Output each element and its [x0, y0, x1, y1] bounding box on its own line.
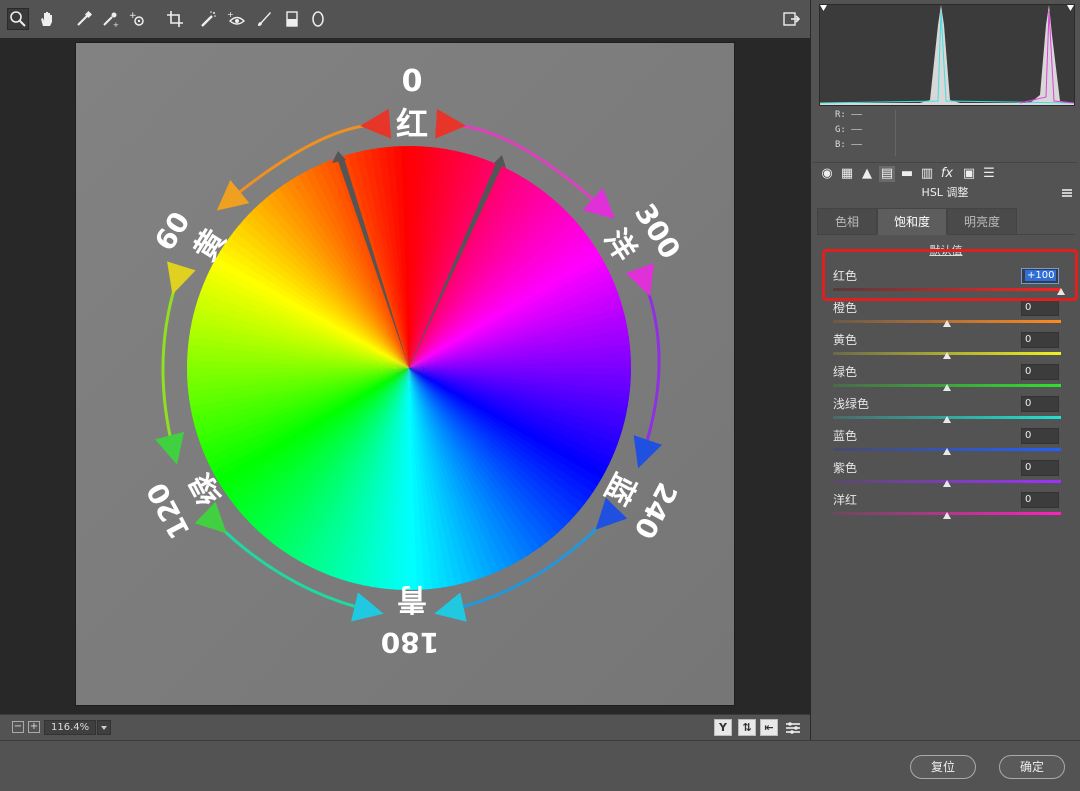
color-wheel-graphic: 0 红 60 黄 300 洋 120 绿 240 蓝 180 青 [76, 43, 734, 705]
slider-label: 洋红 [833, 493, 858, 507]
slider-row: 橙色 0 [831, 300, 1061, 332]
tone-curve-icon[interactable]: ▦ [839, 166, 855, 182]
split-toning-icon[interactable]: ▬ [899, 166, 915, 182]
slider-thumb[interactable] [943, 384, 951, 391]
zoom-icon[interactable] [7, 8, 29, 30]
before-after-view-button[interactable]: Y [714, 719, 732, 736]
hand-icon[interactable] [36, 8, 58, 30]
slider-thumb[interactable] [943, 448, 951, 455]
panel-menu-icon[interactable] [1062, 189, 1072, 197]
red-eye-icon[interactable]: + [225, 8, 247, 30]
zoom-out-button[interactable]: − [12, 721, 24, 733]
slider-value-text: 0 [1025, 302, 1032, 313]
label-bottom-char: 青 [397, 581, 427, 616]
slider-label: 紫色 [833, 461, 858, 475]
radial-filter-icon[interactable] [307, 8, 329, 30]
tab-saturation[interactable]: 饱和度 [877, 208, 947, 235]
rgb-readout: R: —— G: —— B: —— [819, 108, 901, 156]
slider-value-text: 0 [1025, 334, 1032, 345]
label-top-num: 0 [402, 64, 423, 99]
slider-value-field[interactable]: 0 [1021, 364, 1059, 380]
slider-thumb[interactable] [943, 480, 951, 487]
zoom-level-field[interactable]: 116.4% [44, 720, 96, 735]
lens-corrections-icon[interactable]: ▥ [919, 166, 935, 182]
slider-row: 蓝色 0 [831, 428, 1061, 460]
hsl-icon[interactable]: ▤ [879, 166, 895, 182]
slider-value-field[interactable]: 0 [1021, 300, 1059, 316]
slider-thumb[interactable] [943, 320, 951, 327]
label-top-char: 红 [396, 105, 428, 143]
preferences-icon[interactable] [780, 8, 802, 30]
readout-g: G: —— [835, 125, 863, 135]
slider-label: 蓝色 [833, 429, 858, 443]
svg-text:+: + [113, 21, 119, 28]
adjustment-brush-icon[interactable] [253, 8, 275, 30]
toolbar: + + + [0, 0, 810, 38]
detail-icon[interactable]: ▲ [859, 166, 875, 182]
slider-thumb[interactable] [943, 512, 951, 519]
footer: 复位 确定 [0, 740, 1080, 791]
slider-value-text: 0 [1025, 366, 1032, 377]
label-bottom-num: 180 [381, 626, 439, 659]
ok-button[interactable]: 确定 [999, 755, 1065, 779]
slider-value-text: 0 [1025, 494, 1032, 505]
slider-value-field[interactable]: 0 [1021, 396, 1059, 412]
status-bar: − + 116.4% Y ⇅ ⇤ [0, 714, 810, 740]
slider-thumb[interactable] [943, 416, 951, 423]
image-canvas[interactable]: 0 红 60 黄 300 洋 120 绿 240 蓝 180 青 [75, 42, 735, 706]
spot-removal-icon[interactable] [197, 8, 219, 30]
slider-value-field[interactable]: 0 [1021, 428, 1059, 444]
effects-icon[interactable]: fx [939, 166, 955, 182]
target-adjust-icon[interactable]: + [126, 8, 148, 30]
camera-raw-window: + + + 0 红 60 黄 300 洋 120 绿 240 蓝 180 青 −… [0, 0, 1080, 791]
white-balance-icon[interactable] [73, 8, 95, 30]
graduated-filter-icon[interactable] [281, 8, 303, 30]
tab-luminance[interactable]: 明亮度 [947, 208, 1017, 235]
camera-calibration-icon[interactable]: ▣ [961, 166, 977, 182]
slider-row: 黄色 0 [831, 332, 1061, 364]
slider-value-text: 0 [1025, 462, 1032, 473]
slider-label: 浅绿色 [833, 397, 870, 411]
image-preview-area[interactable]: 0 红 60 黄 300 洋 120 绿 240 蓝 180 青 [0, 38, 810, 714]
crop-icon[interactable] [164, 8, 186, 30]
readout-r: R: —— [835, 110, 863, 120]
hsl-tabs: 色相 饱和度 明亮度 [817, 208, 1075, 235]
basic-panel-icon[interactable]: ◉ [819, 166, 835, 182]
slider-value-field[interactable]: 0 [1021, 332, 1059, 348]
reset-button[interactable]: 复位 [910, 755, 976, 779]
zoom-dropdown-icon[interactable] [97, 720, 111, 735]
svg-text:+: + [129, 11, 137, 21]
slider-label: 黄色 [833, 333, 858, 347]
slider-label: 绿色 [833, 365, 858, 379]
slider-row: 洋红 0 [831, 492, 1061, 524]
zoom-in-button[interactable]: + [28, 721, 40, 733]
histogram [819, 4, 1075, 106]
color-sampler-icon[interactable]: + [99, 8, 121, 30]
panel-tabs-icons: ◉ ▦ ▲ ▤ ▬ ▥ fx ▣ ☰ [813, 162, 1077, 184]
tab-hue[interactable]: 色相 [817, 208, 877, 235]
presets-icon[interactable]: ☰ [981, 166, 997, 182]
slider-row: 浅绿色 0 [831, 396, 1061, 428]
readout-divider [895, 110, 896, 156]
toggle-settings-icon[interactable] [782, 717, 804, 739]
slider-label: 橙色 [833, 301, 858, 315]
slider-value-field[interactable]: 0 [1021, 460, 1059, 476]
readout-b: B: —— [835, 140, 863, 150]
svg-text:+: + [227, 10, 234, 19]
slider-value-text: 0 [1025, 430, 1032, 441]
slider-row: 绿色 0 [831, 364, 1061, 396]
slider-row: 紫色 0 [831, 460, 1061, 492]
red-highlight-annotation [822, 249, 1078, 301]
swap-settings-icon[interactable]: ⇅ [738, 719, 756, 736]
copy-settings-icon[interactable]: ⇤ [760, 719, 778, 736]
adjustment-panel: R: —— G: —— B: —— ◉ ▦ ▲ ▤ ▬ ▥ fx ▣ ☰ HSL… [810, 0, 1080, 740]
slider-thumb[interactable] [943, 352, 951, 359]
slider-value-text: 0 [1025, 398, 1032, 409]
panel-title: HSL 调整 [921, 186, 969, 199]
slider-value-field[interactable]: 0 [1021, 492, 1059, 508]
